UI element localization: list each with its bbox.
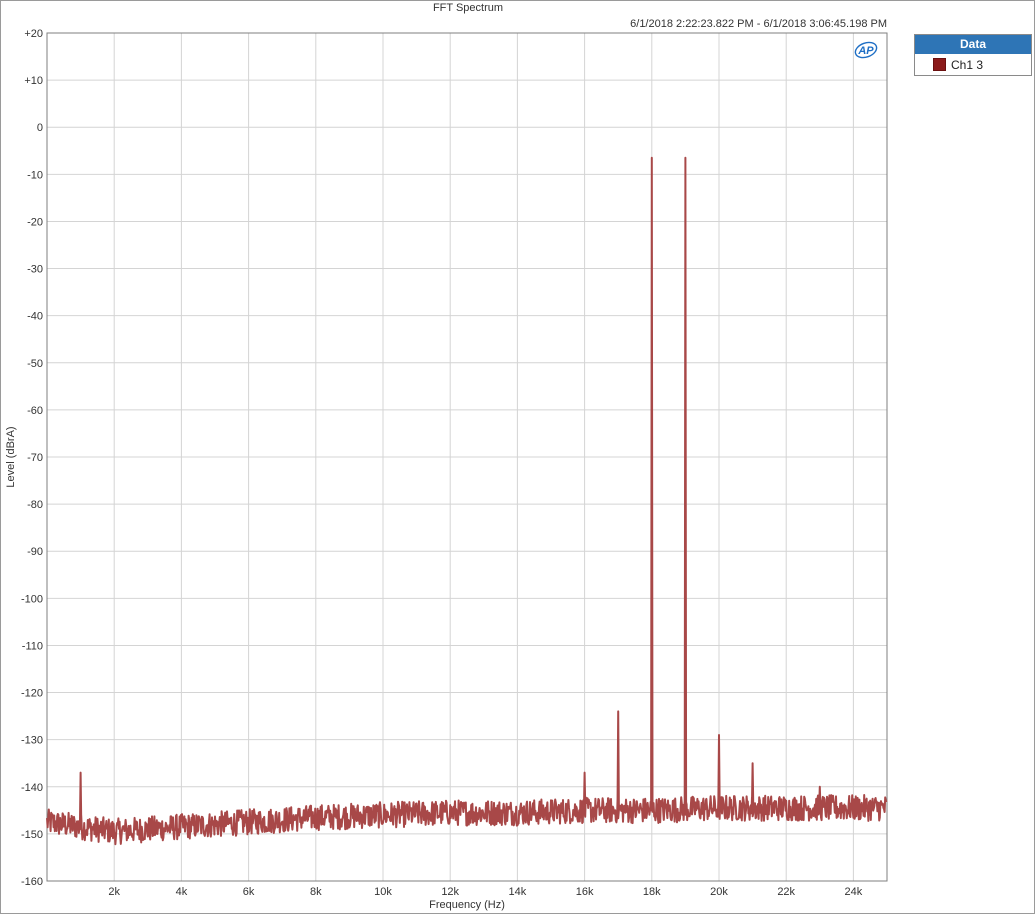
y-tick-label: -120: [21, 688, 43, 700]
x-tick-label: 4k: [176, 886, 188, 898]
y-tick-label: -10: [27, 169, 43, 181]
legend-header: Data: [915, 35, 1031, 54]
x-tick-label: 10k: [374, 886, 392, 898]
x-tick-label: 6k: [243, 886, 255, 898]
x-tick-label: 20k: [710, 886, 728, 898]
x-tick-label: 12k: [441, 886, 459, 898]
legend-entry-label: Ch1 3: [951, 57, 984, 72]
y-tick-label: -90: [27, 546, 43, 558]
ap-logo-icon: AP: [854, 41, 878, 59]
x-tick-label: 16k: [576, 886, 594, 898]
y-tick-label: -40: [27, 311, 43, 323]
x-axis-label: Frequency (Hz): [429, 899, 505, 911]
x-tick-label: 14k: [509, 886, 527, 898]
chart-title: FFT Spectrum: [433, 2, 503, 14]
grid: [47, 32, 887, 882]
y-tick-label: -80: [27, 499, 43, 511]
x-axis-ticks: 2k 4k 6k 8k 10k 12k 14k 16k 18k 20k 22k 24k: [108, 886, 862, 898]
y-tick-label: -140: [21, 782, 43, 794]
y-tick-label: -160: [21, 876, 43, 888]
svg-text:AP: AP: [857, 45, 874, 57]
y-tick-label: -70: [27, 452, 43, 464]
x-tick-label: 24k: [845, 886, 863, 898]
y-tick-label: -30: [27, 264, 43, 276]
y-tick-label: +20: [24, 28, 43, 40]
y-tick-label: -150: [21, 829, 43, 841]
fft-chart: FFT Spectrum 6/1/2018 2:22:23.822 PM - 6…: [5, 2, 888, 911]
chart-subtitle: 6/1/2018 2:22:23.822 PM - 6/1/2018 3:06:…: [630, 18, 887, 30]
x-tick-label: 18k: [643, 886, 661, 898]
y-tick-label: -20: [27, 216, 43, 228]
y-tick-label: -100: [21, 593, 43, 605]
x-tick-label: 8k: [310, 886, 322, 898]
legend-entry[interactable]: Ch1 3: [915, 54, 1031, 75]
y-axis-ticks: +20 +10 0 -10 -20 -30 -40 -50 -60 -70 -80 -90 -100 -1…: [21, 28, 43, 888]
y-tick-label: 0: [37, 122, 43, 134]
y-tick-label: -50: [27, 358, 43, 370]
legend-swatch: [933, 58, 946, 71]
legend: Data Ch1 3: [914, 34, 1032, 76]
y-tick-label: +10: [24, 75, 43, 87]
x-tick-label: 2k: [108, 886, 120, 898]
y-tick-label: -130: [21, 735, 43, 747]
y-tick-label: -110: [22, 640, 43, 652]
y-tick-label: -60: [27, 405, 43, 417]
series-line-ch1-3: [46, 156, 888, 846]
y-axis-label: Level (dBrA): [5, 426, 17, 487]
x-tick-label: 22k: [777, 886, 795, 898]
